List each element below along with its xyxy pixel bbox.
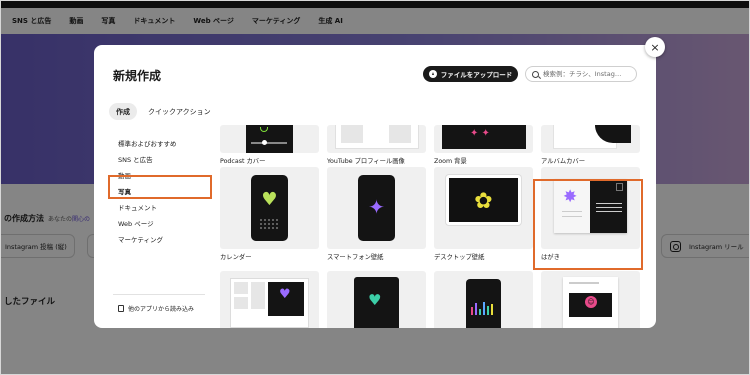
template-card-youtube-profile[interactable]: YouTube プロフィール画像 <box>327 125 426 165</box>
template-thumbnail <box>541 125 640 153</box>
heart-shape-icon: ♥ <box>261 189 278 210</box>
template-label: スマートフォン壁紙 <box>327 254 384 261</box>
flower-shape-icon: ✿ <box>474 189 493 214</box>
sparkle-shape-icon: ✦ <box>368 195 385 219</box>
heart-shape-icon: ♥ <box>279 287 291 302</box>
tab-create[interactable]: 作成 <box>109 103 137 120</box>
template-card-phone-wallpaper[interactable]: ✦ スマートフォン壁紙 <box>327 167 426 261</box>
search-input[interactable] <box>543 70 631 78</box>
template-thumbnail: ✿ <box>434 167 533 249</box>
upload-icon <box>428 70 437 78</box>
import-icon <box>118 305 124 312</box>
template-card-row3-4[interactable]: ☺ <box>541 271 640 328</box>
template-card-album-cover[interactable]: アルバムカバー <box>541 125 640 165</box>
template-thumbnail: ☺ <box>541 271 640 328</box>
template-label: デスクトップ壁紙 <box>434 254 485 261</box>
heart-shape-icon: ♥ <box>368 291 382 309</box>
template-thumbnail: ♥ <box>220 167 319 249</box>
search-box[interactable] <box>525 66 637 82</box>
template-card-desktop-wallpaper[interactable]: ✿ デスクトップ壁紙 <box>434 167 533 261</box>
import-from-apps-link[interactable]: 他のアプリから読み込み <box>118 304 194 313</box>
highlight-postcard-card <box>533 179 643 270</box>
template-thumbnail: ✦ <box>327 167 426 249</box>
menu-item-standard[interactable]: 標準およびおすすめ <box>113 135 213 151</box>
template-thumbnail: ♥ <box>220 271 319 328</box>
template-card-row3-2[interactable]: ♥ <box>327 271 426 328</box>
phone-mockup: ✦ <box>358 175 395 241</box>
tab-quick-action[interactable]: クイックアクション <box>141 103 218 120</box>
upload-file-label: ファイルをアップロード <box>440 71 513 79</box>
template-label: Podcast カバー <box>220 158 266 165</box>
smiley-icon: ☺ <box>585 296 597 308</box>
menu-item-webpage[interactable]: Web ページ <box>113 215 213 231</box>
template-card-podcast[interactable]: Podcast カバー <box>220 125 319 165</box>
highlight-photo-menu <box>108 175 212 199</box>
import-label: 他のアプリから読み込み <box>128 306 195 313</box>
template-card-calendar[interactable]: ♥ カレンダー <box>220 167 319 261</box>
template-card-row3-3[interactable] <box>434 271 533 328</box>
template-label: カレンダー <box>220 254 252 261</box>
search-icon <box>532 70 539 78</box>
template-thumbnail <box>434 271 533 328</box>
dialog-title: 新規作成 <box>113 69 162 83</box>
template-label: Zoom 背景 <box>434 158 467 165</box>
upload-file-button[interactable]: ファイルをアップロード <box>423 66 518 82</box>
close-dialog-button[interactable]: × <box>645 37 665 57</box>
phone-mockup: ♥ <box>251 175 288 241</box>
template-label: アルバムカバー <box>541 158 586 165</box>
template-card-row3-1[interactable]: ♥ <box>220 271 319 328</box>
template-card-zoom-bg[interactable]: ✦ ✦ Zoom 背景 <box>434 125 533 165</box>
menu-divider <box>113 294 205 295</box>
menu-item-marketing[interactable]: マーケティング <box>113 231 213 247</box>
calendar-dots <box>260 219 280 229</box>
template-thumbnail <box>327 125 426 153</box>
template-label: YouTube プロフィール画像 <box>327 158 405 165</box>
dialog-tabs: 作成 クイックアクション <box>109 103 218 120</box>
template-thumbnail <box>220 125 319 153</box>
monitor-mockup: ✿ <box>446 175 521 225</box>
menu-item-document[interactable]: ドキュメント <box>113 199 213 215</box>
template-thumbnail: ✦ ✦ <box>434 125 533 153</box>
audio-bars <box>471 302 493 315</box>
template-thumbnail: ♥ <box>327 271 426 328</box>
menu-item-sns[interactable]: SNS と広告 <box>113 151 213 167</box>
